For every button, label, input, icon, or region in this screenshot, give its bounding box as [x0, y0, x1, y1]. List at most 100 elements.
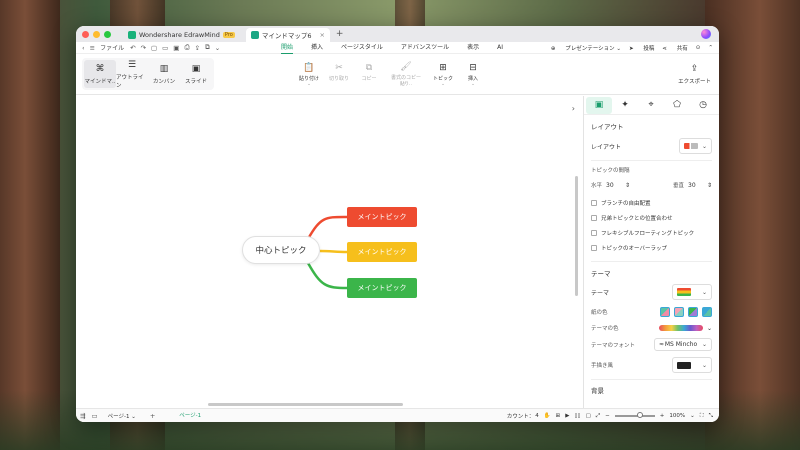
export-small-icon[interactable]: ⇪	[195, 44, 200, 52]
tab-ai-panel[interactable]: ✦	[612, 97, 638, 114]
horizontal-label: 水平	[591, 183, 603, 189]
undo-icon[interactable]: ↶	[130, 44, 135, 52]
insert-button[interactable]: ⊟ 挿入 ⌄	[458, 63, 488, 87]
collapse-ribbon-icon[interactable]: ⌃	[708, 45, 713, 51]
fit-icon[interactable]: ▢	[586, 413, 591, 419]
fullscreen-icon[interactable]: ⤢	[596, 413, 600, 420]
copy-icon: ⧉	[365, 62, 373, 73]
view-mindmap-button[interactable]: ⌘ マインドマ..	[84, 60, 116, 88]
tab-icon-panel[interactable]: ⬠	[664, 97, 690, 114]
paper-swatch-2[interactable]	[674, 307, 684, 317]
vertical-stepper[interactable]: 30 ⇕	[688, 180, 712, 190]
minimize-window-button[interactable]	[93, 30, 100, 38]
page-tab-1[interactable]: ページ-1	[179, 409, 202, 422]
checkbox-flexible-floating-label: フレキシブルフローティングトピック	[601, 230, 695, 237]
tab-start[interactable]: 開始	[281, 42, 294, 54]
tab-advanced-tools[interactable]: アドバンスツール	[401, 42, 449, 54]
tab-document-label: マインドマップ6	[261, 32, 312, 40]
horizontal-scrollbar[interactable]	[208, 403, 403, 406]
main-topic-3[interactable]: メイントピック	[347, 278, 417, 298]
page-selector[interactable]: ページ-1 ⌄	[108, 412, 136, 420]
paper-swatch-3[interactable]	[688, 307, 698, 317]
tab-view[interactable]: 表示	[467, 42, 479, 54]
checkbox-flexible-floating[interactable]: フレキシブルフローティングトピック	[584, 225, 719, 240]
close-tab-icon[interactable]: ×	[319, 31, 324, 39]
menu-icon[interactable]: ≡	[90, 44, 95, 52]
tab-history-panel[interactable]: ◷	[690, 97, 716, 114]
zoom-in-icon[interactable]: +	[660, 413, 665, 419]
checkbox-free-branch-label: ブランチの自由配置	[601, 200, 651, 207]
chevron-down-icon: ⌄	[701, 288, 707, 296]
horizontal-stepper[interactable]: 30 ⇕	[606, 180, 630, 190]
tab-marker-panel[interactable]: ⌖	[638, 97, 664, 114]
tab-page-style[interactable]: ページスタイル	[341, 42, 383, 54]
new-tab-icon[interactable]: +	[336, 29, 344, 39]
book-icon[interactable]: ▯▯	[575, 413, 581, 419]
collapse-panel-icon[interactable]: ›	[572, 104, 575, 113]
view-outline-label: アウトライン	[116, 74, 144, 89]
more-icon[interactable]: ⌄	[215, 44, 220, 52]
new-file-icon[interactable]: ▢	[151, 44, 157, 52]
add-page-icon[interactable]: +	[150, 412, 155, 420]
zoom-slider-knob[interactable]	[636, 412, 643, 419]
theme-color-dropdown[interactable]: ⌄	[658, 325, 712, 332]
paper-swatch-4[interactable]	[702, 307, 712, 317]
view-outline-button[interactable]: ☰ アウトライン	[116, 60, 148, 89]
presentation-button[interactable]: ⊕ プレゼンテーション ⌄	[551, 44, 621, 52]
tab-insert[interactable]: 挿入	[311, 42, 323, 54]
tab-home[interactable]: Wondershare EdrawMind Pro	[123, 28, 240, 42]
copy-button[interactable]: ⧉ コピー	[354, 63, 384, 87]
topic-button[interactable]: ⊞ トピック ⌄	[428, 63, 458, 87]
open-folder-icon[interactable]: ▭	[162, 44, 168, 52]
checkbox-sibling-align[interactable]: 兄弟トピックとの位置合わせ	[584, 210, 719, 225]
view-slide-button[interactable]: ▣ スライド	[180, 60, 212, 88]
expand-icon[interactable]: ⤡	[709, 413, 713, 420]
fit-screen-icon[interactable]: ⛶	[700, 413, 704, 420]
tab-ai[interactable]: AI	[497, 42, 503, 54]
zoom-value[interactable]: 100%	[669, 413, 685, 419]
tab-document[interactable]: マインドマップ6 ×	[245, 28, 330, 42]
play-icon[interactable]: ▶	[565, 413, 569, 419]
grid-icon[interactable]: ⊞	[556, 413, 561, 419]
avatar[interactable]	[701, 29, 711, 39]
page-list-icon[interactable]: ⇶	[80, 412, 85, 420]
page-view-icon[interactable]: ▭	[91, 412, 97, 420]
close-window-button[interactable]	[82, 30, 89, 38]
theme-font-value: MS Mincho	[664, 341, 698, 348]
paper-swatch-1[interactable]	[660, 307, 670, 317]
mindmap-canvas[interactable]: 中心トピック メイントピック メイントピック メイントピック ›	[76, 96, 579, 408]
main-topic-1[interactable]: メイントピック	[347, 207, 417, 227]
export-button[interactable]: ⇪ エクスポート	[678, 54, 711, 95]
file-menu[interactable]: ファイル	[100, 43, 124, 52]
theme-dropdown[interactable]: ⌄	[672, 284, 712, 300]
theme-preview-icon	[677, 288, 691, 296]
theme-font-dropdown[interactable]: ≈ MS Mincho ⌄	[654, 338, 712, 351]
layout-dropdown[interactable]: ⌄	[678, 138, 712, 154]
hand-drawn-dropdown[interactable]: ⌄	[672, 357, 712, 373]
main-topic-2[interactable]: メイントピック	[347, 242, 417, 262]
share-button[interactable]: ⋖ 共有	[662, 44, 687, 52]
save-icon[interactable]: ▣	[173, 44, 179, 52]
format-painter-button[interactable]: 🖌 書式のコピー 貼り..	[384, 62, 428, 87]
paste-button[interactable]: 📋 貼り付け ⌄	[294, 63, 324, 87]
print-icon[interactable]: ⎙	[184, 43, 189, 52]
back-icon[interactable]: ‹	[82, 44, 85, 52]
hand-tool-icon[interactable]: ✋	[544, 413, 551, 419]
export-icon: ⇪	[690, 64, 699, 74]
help-icon[interactable]: ⊙	[696, 45, 701, 51]
ribbon-tabs: 開始 挿入 ページスタイル アドバンスツール 表示 AI	[281, 42, 521, 54]
checkbox-topic-overlap[interactable]: トピックのオーバーラップ	[584, 240, 719, 255]
view-kanban-button[interactable]: ▥ カンバン	[148, 60, 180, 88]
vertical-scrollbar[interactable]	[575, 176, 578, 296]
publish-button[interactable]: ➤ 投稿	[629, 44, 654, 52]
tab-style-panel[interactable]: ▣	[586, 96, 612, 114]
cut-button[interactable]: ✂ 切り取り	[324, 63, 354, 87]
checkbox-free-branch[interactable]: ブランチの自由配置	[584, 195, 719, 210]
zoom-out-icon[interactable]: −	[605, 413, 610, 419]
maximize-window-button[interactable]	[104, 30, 111, 38]
share-small-icon[interactable]: ⧉	[205, 43, 210, 52]
central-topic[interactable]: 中心トピック	[242, 236, 320, 264]
redo-icon[interactable]: ↷	[141, 44, 146, 52]
zoom-dropdown-icon[interactable]: ⌄	[690, 413, 695, 419]
zoom-slider[interactable]	[614, 412, 655, 419]
